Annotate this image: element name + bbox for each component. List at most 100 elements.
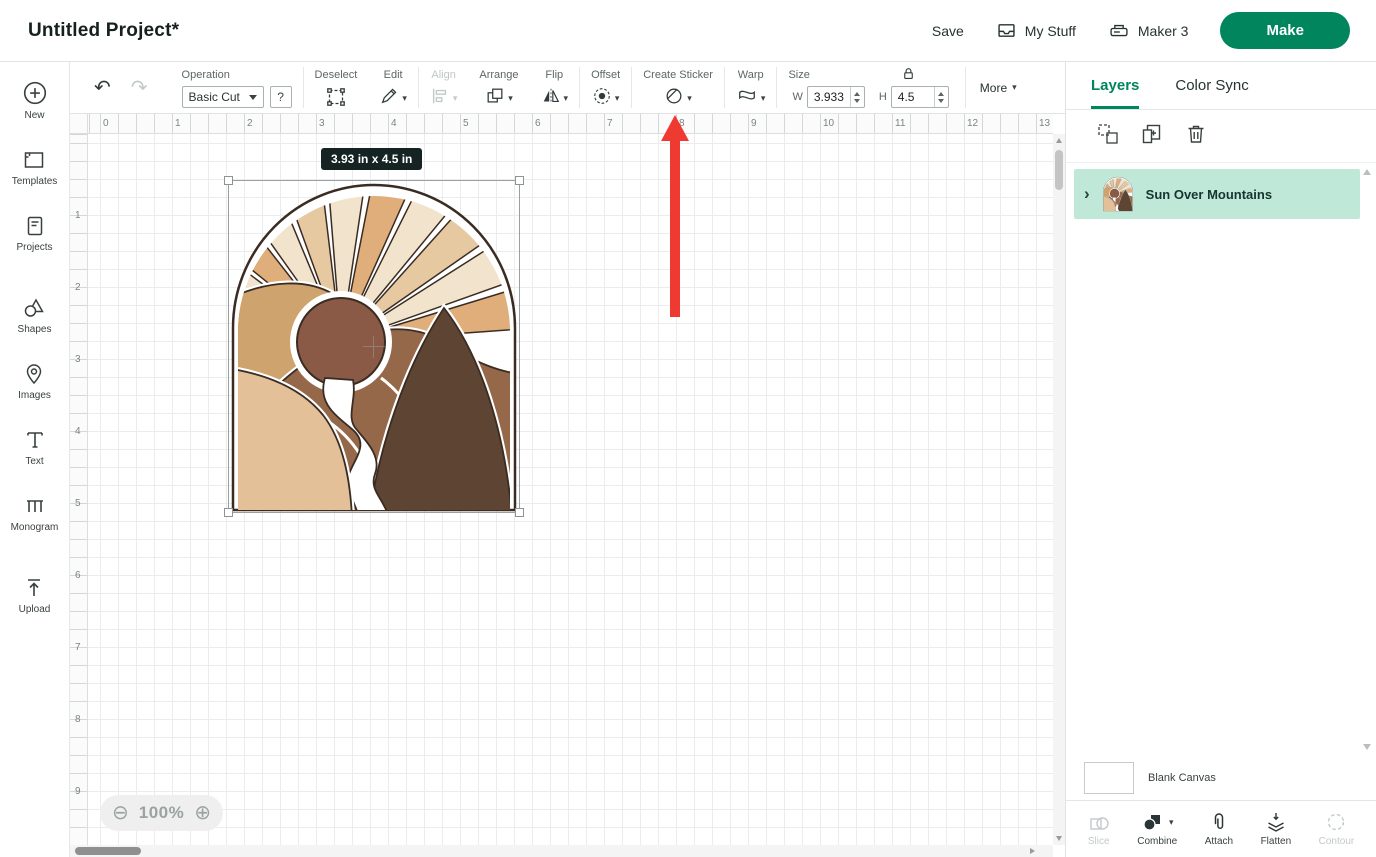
more-button[interactable]: More ▾ [966, 62, 1031, 113]
sidebar-item-shapes[interactable]: Shapes [18, 296, 52, 335]
resize-handle-bottom-left[interactable] [224, 508, 233, 517]
sidebar-item-images[interactable]: Images [18, 362, 51, 401]
width-stepper-buttons[interactable] [850, 87, 864, 107]
operation-select[interactable]: Basic Cut [182, 86, 264, 108]
flatten-icon [1265, 811, 1287, 833]
tab-color-sync[interactable]: Color Sync [1175, 62, 1248, 109]
undo-button[interactable]: ↶ [94, 78, 111, 98]
ruler-top-number: 1 [175, 118, 181, 129]
align-tool[interactable]: Align ▾ [419, 62, 469, 113]
edit-tool[interactable]: Edit ▾ [368, 62, 418, 113]
ruler-left-numbers: 123456789 [70, 134, 87, 845]
scroll-up-arrow[interactable] [1056, 138, 1062, 143]
group-icon[interactable] [1096, 122, 1120, 151]
height-stepper[interactable]: 4.5 [891, 86, 949, 108]
save-button[interactable]: Save [932, 23, 964, 39]
sidebar-item-upload[interactable]: Upload [19, 576, 51, 615]
slice-icon [1088, 811, 1110, 833]
resize-handle-top-right[interactable] [515, 176, 524, 185]
machine-icon [1108, 21, 1130, 41]
vertical-scroll-thumb[interactable] [1055, 150, 1063, 190]
layer-scroll-down-arrow[interactable] [1363, 744, 1371, 750]
layer-scroll-up-arrow[interactable] [1363, 169, 1371, 175]
caret-down-icon: ▾ [508, 93, 513, 104]
monogram-icon [23, 494, 47, 518]
ruler-left-number: 3 [75, 354, 81, 365]
sidebar-item-monogram[interactable]: Monogram [11, 494, 59, 533]
ruler-top-number: 3 [319, 118, 325, 129]
tab-layers[interactable]: Layers [1091, 62, 1139, 109]
text-icon [23, 428, 47, 452]
layers-panel: Layers Color Sync › Sun Over Mountains B… [1065, 62, 1376, 857]
duplicate-icon[interactable] [1140, 122, 1164, 151]
canvas-area[interactable]: 012345678910111213 123456789 3.93 in x 4… [70, 114, 1065, 857]
resize-handle-top-left[interactable] [224, 176, 233, 185]
inbox-icon [996, 20, 1017, 41]
horizontal-scroll-thumb[interactable] [75, 847, 141, 855]
templates-icon [22, 148, 46, 172]
scroll-right-arrow[interactable] [1030, 848, 1035, 854]
deselect-tool[interactable]: Deselect [304, 62, 369, 113]
combine-icon: ▾ [1141, 811, 1174, 833]
slice-button[interactable]: Slice [1088, 811, 1110, 847]
layer-list: › Sun Over Mountains [1066, 163, 1376, 756]
scroll-down-arrow[interactable] [1056, 836, 1062, 841]
caret-down-icon: ▾ [1169, 817, 1174, 828]
attach-button[interactable]: Attach [1205, 811, 1233, 847]
create-sticker-tool[interactable]: Create Sticker ▾ [632, 62, 724, 113]
vertical-scrollbar[interactable] [1053, 134, 1065, 845]
selection-center-crosshair [363, 336, 385, 358]
zoom-in-button[interactable]: ⊕ [194, 803, 211, 823]
combine-button[interactable]: ▾ Combine [1137, 811, 1177, 847]
operation-help-button[interactable]: ? [270, 86, 292, 108]
size-tooltip: 3.93 in x 4.5 in [321, 148, 422, 170]
delete-icon[interactable] [1184, 122, 1208, 151]
layer-item-sun-over-mountains[interactable]: › Sun Over Mountains [1074, 169, 1360, 219]
blank-canvas-label: Blank Canvas [1148, 772, 1216, 784]
horizontal-scrollbar[interactable] [70, 845, 1053, 857]
operation-group: Operation Basic Cut ? [166, 62, 303, 113]
arrange-tool[interactable]: Arrange ▾ [468, 62, 529, 113]
canvas-color-swatch[interactable] [1084, 762, 1134, 794]
caret-down-icon [249, 95, 257, 100]
make-button[interactable]: Make [1220, 12, 1350, 49]
projects-icon [23, 214, 47, 238]
flip-tool[interactable]: Flip ▾ [530, 62, 580, 113]
redo-button[interactable]: ↷ [131, 78, 148, 98]
lock-icon[interactable] [901, 66, 916, 86]
ruler-top-number: 10 [823, 118, 834, 129]
height-stepper-buttons[interactable] [934, 87, 948, 107]
offset-icon [592, 86, 612, 111]
machine-label: Maker 3 [1138, 23, 1189, 39]
ruler-corner [70, 114, 88, 134]
selection-box[interactable] [228, 180, 520, 513]
sidebar-item-projects[interactable]: Projects [16, 214, 52, 253]
left-sidebar: New Templates Projects Shapes Images Tex… [0, 62, 70, 857]
machine-selector[interactable]: Maker 3 [1108, 21, 1189, 41]
resize-handle-bottom-right[interactable] [515, 508, 524, 517]
sidebar-item-text[interactable]: Text [23, 428, 47, 467]
sidebar-item-templates[interactable]: Templates [12, 148, 58, 187]
images-icon [22, 362, 46, 386]
width-value: 3.933 [808, 87, 850, 107]
warp-tool[interactable]: Warp ▾ [725, 62, 777, 113]
layer-name: Sun Over Mountains [1146, 187, 1272, 202]
chevron-right-icon[interactable]: › [1084, 184, 1090, 204]
my-stuff-button[interactable]: My Stuff [996, 20, 1076, 41]
contour-button[interactable]: Contour [1319, 811, 1355, 847]
caret-down-icon: ▾ [453, 93, 458, 104]
new-plus-icon [22, 80, 48, 106]
ruler-left-number: 4 [75, 426, 81, 437]
sidebar-item-new[interactable]: New [22, 80, 48, 121]
ruler-top-number: 12 [967, 118, 978, 129]
arrow-head [661, 115, 689, 141]
offset-tool[interactable]: Offset ▾ [580, 62, 631, 113]
layer-thumbnail [1102, 175, 1134, 213]
ruler-top-number: 5 [463, 118, 469, 129]
flatten-button[interactable]: Flatten [1261, 811, 1292, 847]
width-stepper[interactable]: 3.933 [807, 86, 865, 108]
ruler-left-number: 5 [75, 498, 81, 509]
zoom-out-button[interactable]: ⊖ [112, 803, 129, 823]
ruler-left-number: 1 [75, 210, 81, 221]
caret-down-icon: ▾ [761, 93, 766, 104]
